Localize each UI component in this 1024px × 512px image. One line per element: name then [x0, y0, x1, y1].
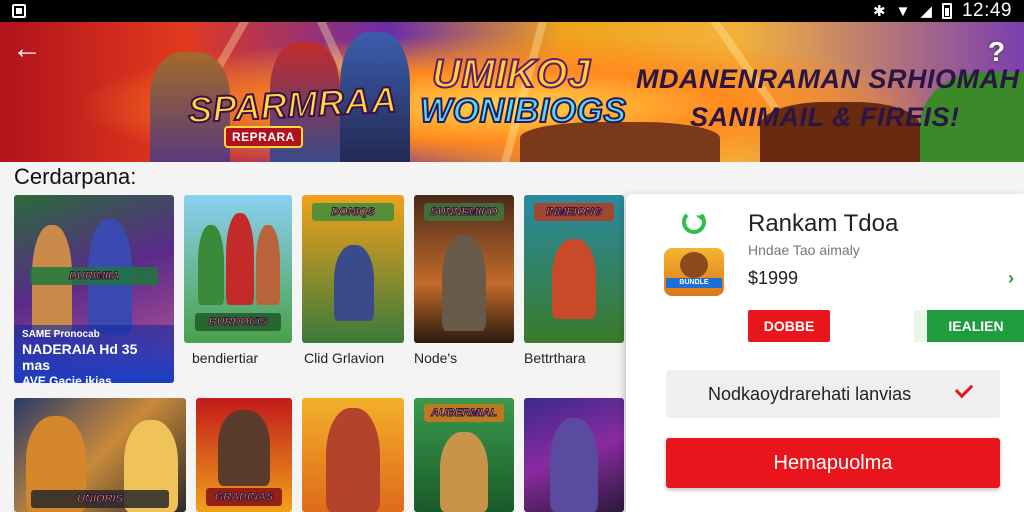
app-icon-label: BUNDLE: [666, 278, 722, 288]
tile-character: [552, 239, 596, 319]
banner-title-right-1: MDANENRAMAN SRHIOMAH: [636, 64, 1020, 94]
status-time: 12:49: [961, 0, 1012, 21]
tile-logo: INMEIONG: [534, 203, 614, 221]
featured-game-tile[interactable]: DURIMIIA SAME Pronocab NADERAIA Hd 35 ma…: [14, 195, 174, 383]
hero-banner[interactable]: ← ? SPARMRAA REPRARA UMIKOJ WONIBIOGS MD…: [0, 22, 1024, 162]
featured-line-2: NADERAIA Hd 35 mas: [22, 341, 138, 373]
app-icon-character: [680, 252, 708, 278]
app-price: $1999: [748, 268, 799, 288]
banner-title-center-1: UMIKOJ: [431, 51, 591, 97]
tile-caption: Node's: [414, 350, 458, 366]
game-tile[interactable]: SUNNEMIKO: [414, 195, 514, 343]
install-button[interactable]: IEALIEN: [914, 310, 1024, 342]
game-tile[interactable]: [524, 398, 624, 512]
tile-character: [218, 410, 270, 486]
tile-character: [442, 235, 486, 331]
tile-logo: UNIORIS: [31, 490, 169, 508]
battery-icon: [941, 3, 952, 19]
tile-character: [256, 225, 280, 305]
tile-character: [440, 432, 488, 512]
option-row[interactable]: Nodkaoydrarehati lanvias: [666, 370, 1000, 418]
tile-caption: Bettrthara: [524, 350, 586, 366]
app-detail-panel: BUNDLE Rankam Tdoa Hndae Tao aimaly $199…: [626, 194, 1024, 512]
game-tile[interactable]: [302, 398, 404, 512]
banner-title-center-2: WONIBIOGS: [419, 91, 627, 131]
status-bar: ✱ ▼ ◢ 12:49: [0, 0, 1024, 22]
tile-logo: DURIMIIA: [30, 267, 158, 285]
refresh-icon[interactable]: [682, 210, 706, 234]
game-tile[interactable]: DONIQS: [302, 195, 404, 343]
notification-icon: [12, 4, 26, 18]
app-icon: BUNDLE: [664, 248, 724, 296]
tile-logo: DONIQS: [312, 203, 394, 221]
bluetooth-icon: ✱: [872, 2, 886, 20]
chevron-right-icon[interactable]: ›: [1008, 268, 1014, 289]
back-arrow-icon[interactable]: ←: [10, 34, 44, 68]
featured-line-3: AVE Gacie ikias: [22, 374, 112, 383]
banner-title-right-2: SANIMAIL & FIREIS!: [690, 102, 960, 132]
game-tile[interactable]: GRADINAS: [196, 398, 292, 512]
game-tile[interactable]: AUBERMIAL: [414, 398, 514, 512]
app-title: Rankam Tdoa: [748, 210, 899, 237]
signal-icon: ◢: [920, 2, 932, 20]
tile-logo: AUBERMIAL: [424, 404, 504, 422]
tile-character: [226, 213, 254, 305]
secondary-red-button[interactable]: DOBBE: [748, 310, 830, 342]
featured-overlay: SAME Pronocab NADERAIA Hd 35 mas AVE Gac…: [14, 325, 174, 383]
primary-action-button[interactable]: Hemapuolma: [666, 438, 1000, 488]
game-tile[interactable]: BURDOKIS: [184, 195, 292, 343]
game-tile[interactable]: INMEIONG: [524, 195, 624, 343]
featured-line-1: SAME Pronocab: [22, 329, 100, 340]
tile-logo: GRADINAS: [205, 488, 283, 506]
tile-logo: BURDOKIS: [194, 313, 282, 331]
section-label: Cerdarpana:: [14, 164, 137, 189]
tile-caption: Clid Grlavion: [304, 350, 385, 366]
tile-character: [198, 225, 224, 305]
app-subtitle: Hndae Tao aimaly: [748, 242, 860, 258]
tile-logo: SUNNEMIKO: [424, 203, 504, 221]
check-icon: [954, 379, 974, 399]
tile-character: [326, 408, 380, 512]
tile-character: [550, 418, 598, 512]
wifi-icon: ▼: [895, 2, 911, 20]
option-text: Nodkaoydrarehati lanvias: [708, 384, 912, 404]
banner-title-left-sub: REPRARA: [224, 126, 303, 148]
tile-caption: bendiertiar: [192, 350, 259, 366]
tile-character: [334, 245, 374, 321]
game-tile[interactable]: UNIORIS: [14, 398, 186, 512]
share-icon[interactable]: ?: [988, 36, 1008, 67]
